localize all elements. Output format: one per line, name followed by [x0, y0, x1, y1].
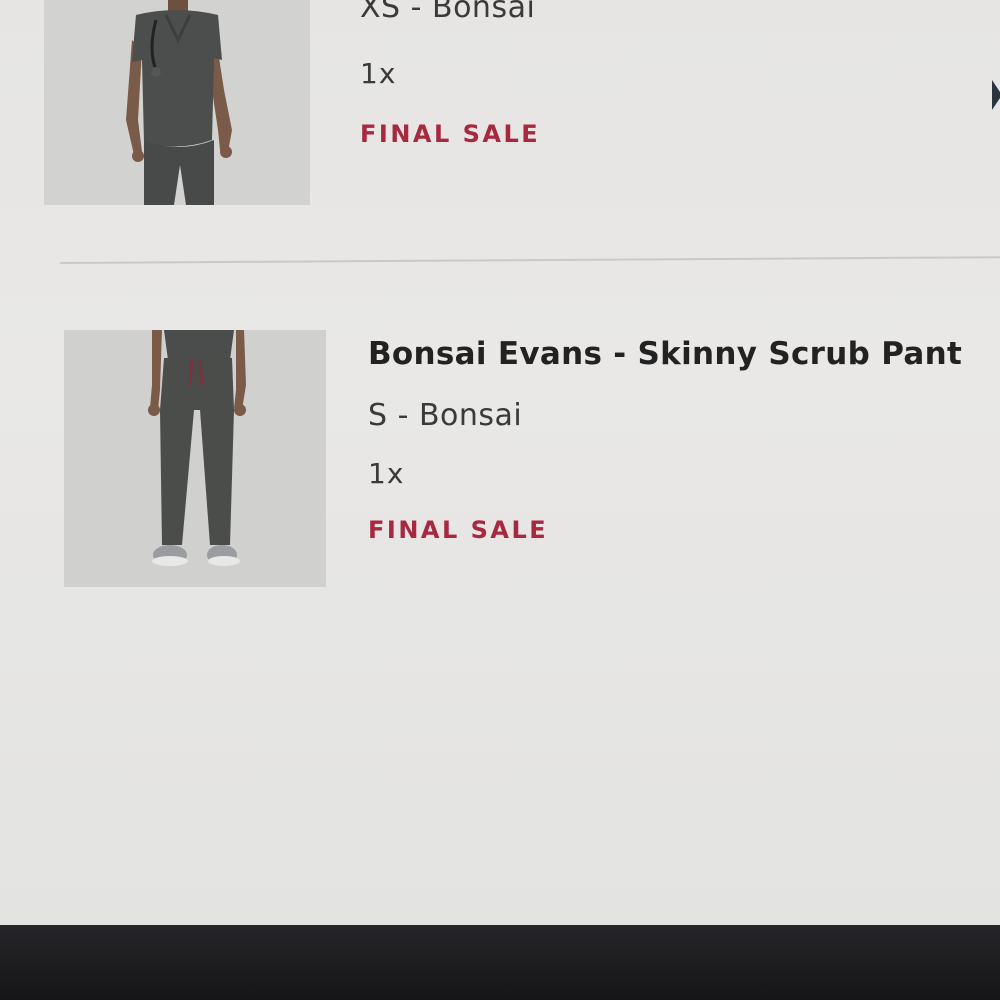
- item-quantity: 1x: [368, 457, 405, 490]
- product-thumbnail[interactable]: [44, 0, 310, 205]
- scrub-pant-model-photo-icon: [64, 330, 326, 587]
- item-divider: [59, 256, 1000, 264]
- product-thumbnail[interactable]: [64, 330, 326, 587]
- screen: XS - Bonsai 1x FINAL SALE Bonsai Evans -…: [0, 0, 1000, 925]
- monitor-bezel: [0, 925, 1000, 1000]
- item-variant: XS - Bonsai: [360, 0, 536, 25]
- final-sale-label: FINAL SALE: [368, 516, 549, 544]
- item-quantity: 1x: [360, 57, 397, 90]
- cart-item: Bonsai Evans - Skinny Scrub Pant S - Bon…: [0, 330, 1000, 590]
- scrub-top-model-photo-icon: [44, 0, 310, 205]
- product-name[interactable]: Bonsai Evans - Skinny Scrub Pant: [368, 336, 962, 372]
- final-sale-label: FINAL SALE: [360, 120, 541, 148]
- item-variant: S - Bonsai: [368, 398, 523, 433]
- chevron-right-icon[interactable]: [992, 80, 1000, 110]
- cart-item: XS - Bonsai 1x FINAL SALE: [0, 0, 1000, 220]
